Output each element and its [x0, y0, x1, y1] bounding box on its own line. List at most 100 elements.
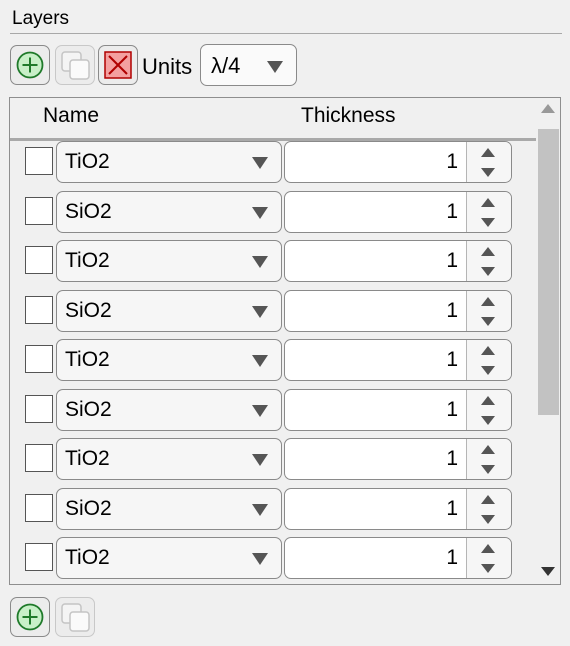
spinner-buttons: [466, 538, 511, 578]
chevron-down-icon: [252, 305, 268, 318]
layer-select-checkbox[interactable]: [25, 345, 53, 373]
chevron-down-icon: [252, 454, 268, 466]
material-value: TiO2: [65, 447, 110, 470]
spinner-buttons: [466, 340, 511, 380]
duplicate-icon: [61, 603, 90, 632]
spin-down-icon[interactable]: [481, 267, 495, 276]
thickness-value[interactable]: 1: [446, 200, 458, 224]
thickness-value[interactable]: 1: [446, 447, 458, 471]
table-body: TiO2 1 SiO2 1 TiO2 1 SiO2 1 TiO2 1 SiO2 1 TiO2 1 SiO2 1…: [10, 141, 560, 584]
table-row: SiO2 1: [10, 388, 530, 435]
thickness-spinner[interactable]: 1: [284, 487, 512, 530]
material-dropdown[interactable]: SiO2: [56, 487, 282, 530]
layer-select-checkbox[interactable]: [25, 444, 53, 472]
thickness-value[interactable]: 1: [446, 249, 458, 273]
thickness-value[interactable]: 1: [446, 546, 458, 570]
layers-table: Name Thickness TiO2 1 SiO2 1 TiO2 1 SiO2 1 TiO2 1…: [9, 97, 561, 585]
spinner-buttons: [466, 191, 511, 232]
spin-down-icon[interactable]: [481, 465, 495, 474]
table-row: TiO2 1: [10, 240, 530, 286]
spin-down-icon[interactable]: [481, 168, 495, 177]
layer-select-checkbox[interactable]: [25, 543, 53, 571]
thickness-value[interactable]: 1: [446, 150, 458, 174]
material-dropdown[interactable]: TiO2: [56, 537, 282, 579]
spin-up-icon[interactable]: [481, 197, 495, 207]
material-dropdown[interactable]: TiO2: [56, 141, 282, 183]
delete-x-icon: [104, 51, 132, 79]
spin-down-icon[interactable]: [481, 564, 495, 573]
thickness-value[interactable]: 1: [446, 348, 458, 372]
material-value: SiO2: [65, 199, 112, 223]
thickness-spinner[interactable]: 1: [284, 141, 512, 183]
thickness-spinner[interactable]: 1: [284, 339, 512, 381]
spinner-buttons: [466, 290, 511, 331]
spin-up-icon[interactable]: [481, 346, 495, 355]
thickness-spinner[interactable]: 1: [284, 240, 512, 282]
material-dropdown[interactable]: TiO2: [56, 240, 282, 282]
layer-select-checkbox[interactable]: [25, 246, 53, 274]
spin-up-icon[interactable]: [481, 395, 495, 405]
units-value: λ/4: [211, 53, 241, 78]
layer-select-checkbox[interactable]: [25, 493, 53, 522]
layer-select-checkbox[interactable]: [25, 394, 53, 423]
column-header-name[interactable]: Name: [43, 104, 99, 128]
plus-circle-icon: [16, 603, 44, 631]
spin-up-icon[interactable]: [481, 445, 495, 454]
thickness-value[interactable]: 1: [446, 497, 458, 521]
panel-divider: [10, 33, 562, 34]
delete-layer-button[interactable]: [98, 45, 138, 85]
spinner-buttons: [466, 439, 511, 479]
thickness-spinner[interactable]: 1: [284, 190, 512, 233]
thickness-value[interactable]: 1: [446, 299, 458, 323]
add-layer-bottom-button[interactable]: [10, 597, 50, 637]
table-row: TiO2 1: [10, 438, 530, 484]
scrollbar-thumb[interactable]: [538, 129, 559, 415]
spin-up-icon[interactable]: [481, 296, 495, 306]
table-row: SiO2 1: [10, 190, 530, 237]
thickness-spinner[interactable]: 1: [284, 388, 512, 431]
duplicate-layer-bottom-button[interactable]: [55, 597, 95, 637]
units-label: Units: [142, 54, 193, 79]
duplicate-layer-button[interactable]: [55, 45, 95, 85]
thickness-spinner[interactable]: 1: [284, 289, 512, 332]
layer-select-checkbox[interactable]: [25, 147, 53, 175]
chevron-down-icon: [252, 256, 268, 268]
thickness-spinner[interactable]: 1: [284, 537, 512, 579]
spin-up-icon[interactable]: [481, 494, 495, 504]
table-row: TiO2 1: [10, 537, 530, 583]
spin-up-icon[interactable]: [481, 247, 495, 256]
spin-down-icon[interactable]: [481, 514, 495, 524]
thickness-spinner[interactable]: 1: [284, 438, 512, 480]
material-value: TiO2: [65, 249, 110, 272]
spin-down-icon[interactable]: [481, 217, 495, 227]
material-dropdown[interactable]: SiO2: [56, 388, 282, 431]
table-row: TiO2 1: [10, 339, 530, 385]
material-dropdown[interactable]: TiO2: [56, 438, 282, 480]
material-dropdown[interactable]: TiO2: [56, 339, 282, 381]
spin-down-icon[interactable]: [481, 366, 495, 375]
layer-select-checkbox[interactable]: [25, 196, 53, 225]
material-dropdown[interactable]: SiO2: [56, 289, 282, 332]
scroll-down-icon[interactable]: [541, 567, 555, 576]
duplicate-icon: [61, 51, 90, 80]
table-row: TiO2 1: [10, 141, 530, 187]
scroll-up-icon[interactable]: [541, 104, 555, 113]
vertical-scrollbar[interactable]: [536, 98, 560, 584]
chevron-down-icon: [252, 503, 268, 516]
thickness-value[interactable]: 1: [446, 398, 458, 422]
material-dropdown[interactable]: SiO2: [56, 190, 282, 233]
chevron-down-icon: [252, 355, 268, 367]
add-layer-button[interactable]: [10, 45, 50, 85]
chevron-down-icon: [252, 553, 268, 565]
column-header-thickness[interactable]: Thickness: [301, 104, 396, 128]
material-value: SiO2: [65, 397, 112, 421]
units-dropdown[interactable]: λ/4: [200, 44, 297, 86]
spinner-buttons: [466, 241, 511, 281]
panel-title: Layers: [12, 8, 70, 29]
spin-down-icon[interactable]: [481, 316, 495, 326]
spin-down-icon[interactable]: [481, 415, 495, 425]
spinner-buttons: [466, 488, 511, 529]
spin-up-icon[interactable]: [481, 544, 495, 553]
spin-up-icon[interactable]: [481, 148, 495, 157]
layer-select-checkbox[interactable]: [25, 295, 53, 324]
